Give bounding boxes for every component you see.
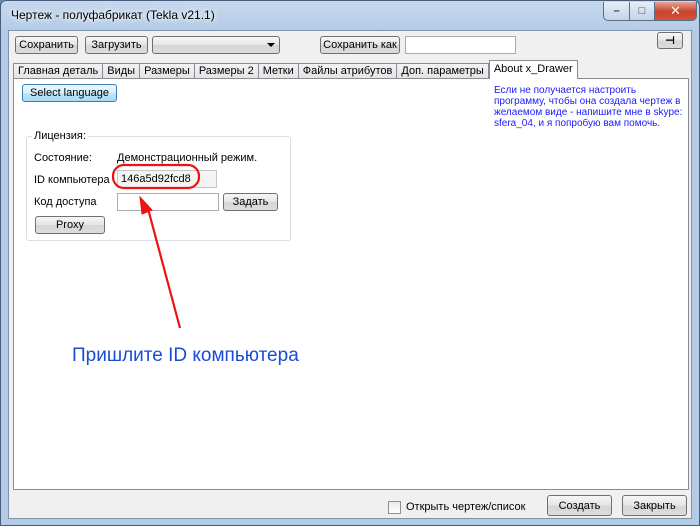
save-button[interactable]: Сохранить xyxy=(15,36,78,54)
license-groupbox: Лицензия: Состояние: Демонстрационный ре… xyxy=(26,130,291,241)
access-code-input[interactable] xyxy=(117,193,219,211)
close-icon: ✕ xyxy=(670,3,681,18)
tab-views[interactable]: Виды xyxy=(102,63,141,79)
computer-id-label: ID компьютера xyxy=(34,174,110,186)
tab-dimensions[interactable]: Размеры xyxy=(139,63,195,79)
access-code-label: Код доступа xyxy=(34,196,97,208)
save-as-name-input[interactable] xyxy=(405,36,516,54)
proxy-button[interactable]: Proxy xyxy=(35,216,105,234)
state-label: Состояние: xyxy=(34,152,92,164)
annotation-text: Пришлите ID компьютера xyxy=(72,345,299,366)
tab-about[interactable]: About x_Drawer xyxy=(488,60,578,79)
about-tab-panel: Select language Если не получается настр… xyxy=(13,78,689,490)
tab-strip: Главная деталь Виды Размеры Размеры 2 Ме… xyxy=(13,60,578,79)
close-button[interactable]: Закрыть xyxy=(622,495,687,516)
tab-dimensions-2[interactable]: Размеры 2 xyxy=(193,63,259,79)
tab-marks[interactable]: Метки xyxy=(257,63,299,79)
pin-button[interactable]: ⊣ xyxy=(657,32,683,49)
maximize-icon: □ xyxy=(638,5,646,17)
select-language-button[interactable]: Select language xyxy=(22,84,117,102)
create-button[interactable]: Создать xyxy=(547,495,612,516)
minimize-icon: – xyxy=(613,5,620,17)
pin-icon: ⊣ xyxy=(664,35,676,47)
open-drawing-checkbox[interactable] xyxy=(388,501,401,514)
title-bar[interactable]: Чертеж - полуфабрикат (Tekla v21.1) – □ … xyxy=(1,1,699,29)
tab-attribute-files[interactable]: Файлы атрибутов xyxy=(297,63,398,79)
attribute-preset-dropdown[interactable] xyxy=(152,36,280,54)
minimize-button[interactable]: – xyxy=(603,2,630,21)
support-help-text: Если не получается настроить программу, … xyxy=(494,85,683,129)
open-drawing-label: Открыть чертеж/список xyxy=(406,501,526,513)
tab-extra-params[interactable]: Доп. параметры xyxy=(396,63,489,79)
chevron-down-icon xyxy=(267,43,275,47)
close-window-button[interactable]: ✕ xyxy=(654,2,697,21)
set-access-code-button[interactable]: Задать xyxy=(223,193,278,211)
license-legend: Лицензия: xyxy=(32,130,88,142)
window-title: Чертеж - полуфабрикат (Tekla v21.1) xyxy=(11,8,215,22)
dialog-client-area: Сохранить Загрузить Сохранить как ⊣ Глав… xyxy=(8,30,692,519)
computer-id-field[interactable]: 146a5d92fcd8 xyxy=(117,170,217,188)
state-value: Демонстрационный режим. xyxy=(117,152,258,164)
maximize-button[interactable]: □ xyxy=(629,2,655,21)
tab-main-part[interactable]: Главная деталь xyxy=(13,63,104,79)
application-window: Чертеж - полуфабрикат (Tekla v21.1) – □ … xyxy=(0,0,700,526)
save-as-button[interactable]: Сохранить как xyxy=(320,36,400,54)
load-button[interactable]: Загрузить xyxy=(85,36,148,54)
